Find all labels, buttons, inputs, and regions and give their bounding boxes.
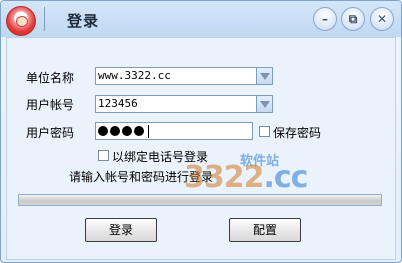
text-caret — [148, 125, 149, 138]
save-password-label[interactable]: 保存密码 — [273, 124, 321, 141]
minimize-button[interactable]: – — [313, 7, 337, 31]
title-bar[interactable]: 登录 – ⧉ ✕ — [1, 1, 401, 37]
app-logo-icon — [6, 6, 36, 36]
title-separator — [44, 7, 45, 31]
bind-phone-checkbox[interactable] — [98, 150, 109, 161]
window-title: 登录 — [67, 12, 100, 30]
login-form-panel: 单位名称 www.3322.cc 用户帐号 123456 用户密码 保存密码 以… — [6, 37, 396, 260]
watermark-domain: .cc — [263, 160, 309, 195]
login-button[interactable]: 登录 — [85, 218, 157, 242]
save-password-checkbox[interactable] — [259, 126, 270, 137]
close-button[interactable]: ✕ — [370, 7, 394, 31]
chevron-down-icon — [259, 72, 270, 80]
unit-name-input[interactable]: www.3322.cc — [95, 67, 257, 85]
unit-dropdown-button[interactable] — [256, 67, 273, 85]
chevron-down-icon — [259, 100, 270, 108]
login-window: 登录 – ⧉ ✕ 单位名称 www.3322.cc 用户帐号 123456 用户… — [0, 0, 402, 263]
login-progress-bar — [18, 194, 382, 206]
password-mask — [98, 126, 144, 136]
watermark-number: 3322 — [184, 160, 264, 195]
password-input[interactable] — [95, 122, 253, 140]
account-label: 用户帐号 — [26, 98, 75, 112]
config-button[interactable]: 配置 — [229, 218, 301, 242]
account-input[interactable]: 123456 — [95, 95, 257, 113]
maximize-button[interactable]: ⧉ — [341, 7, 365, 31]
unit-label: 单位名称 — [26, 71, 75, 85]
password-label: 用户密码 — [26, 126, 75, 140]
watermark-logo: 3322.cc — [184, 160, 309, 195]
account-dropdown-button[interactable] — [256, 95, 273, 113]
